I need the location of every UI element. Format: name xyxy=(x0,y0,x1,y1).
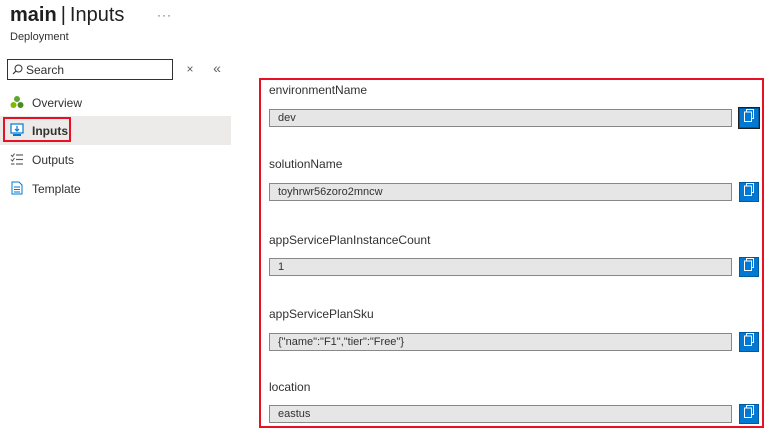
inputs-icon xyxy=(10,123,24,137)
field-label: solutionName xyxy=(269,157,343,171)
collapse-sidebar-button[interactable]: « xyxy=(210,61,224,75)
copy-button[interactable] xyxy=(739,404,759,424)
field-value[interactable]: {"name":"F1","tier":"Free"} xyxy=(269,333,732,351)
page-header: main | Inputs xyxy=(10,4,124,32)
sidebar-item-label: Inputs xyxy=(32,123,68,138)
copy-icon xyxy=(743,258,755,276)
page-section-title: Inputs xyxy=(69,4,125,26)
copy-button[interactable] xyxy=(738,107,760,129)
outputs-icon xyxy=(10,152,24,166)
field-label: appServicePlanSku xyxy=(269,307,374,321)
sidebar-item-overview[interactable]: Overview xyxy=(0,88,231,117)
sidebar-item-inputs[interactable]: Inputs xyxy=(0,116,231,145)
field-value[interactable]: eastus xyxy=(269,405,732,423)
clear-search-button[interactable]: × xyxy=(184,62,196,76)
copy-icon xyxy=(743,183,755,201)
field-value[interactable]: toyhrwr56zoro2mncw xyxy=(269,183,732,201)
field-label: location xyxy=(269,380,311,394)
page-title: main xyxy=(10,4,57,26)
sidebar-item-template[interactable]: Template xyxy=(0,174,231,203)
field-label: appServicePlanInstanceCount xyxy=(269,233,431,247)
copy-icon xyxy=(743,333,755,351)
sidebar-item-label: Outputs xyxy=(32,152,75,167)
search-input[interactable] xyxy=(26,62,166,77)
field-value[interactable]: dev xyxy=(269,109,732,127)
inputs-panel: environmentName dev solutionName toyhrwr… xyxy=(259,78,764,428)
copy-icon xyxy=(743,109,755,127)
template-icon xyxy=(10,181,24,195)
sidebar-item-label: Overview xyxy=(32,95,83,110)
more-options-button[interactable]: ··· xyxy=(157,8,172,22)
title-separator: | xyxy=(60,4,66,26)
search-box[interactable] xyxy=(7,59,173,80)
sidebar-item-label: Template xyxy=(32,181,81,196)
copy-icon xyxy=(743,405,755,423)
search-icon xyxy=(8,60,26,79)
copy-button[interactable] xyxy=(739,332,759,352)
copy-button[interactable] xyxy=(739,182,759,202)
overview-icon xyxy=(10,95,24,109)
copy-button[interactable] xyxy=(739,257,759,277)
page-subtitle: Deployment xyxy=(10,31,69,43)
field-value[interactable]: 1 xyxy=(269,258,732,276)
field-label: environmentName xyxy=(269,83,368,97)
sidebar-item-outputs[interactable]: Outputs xyxy=(0,145,231,174)
